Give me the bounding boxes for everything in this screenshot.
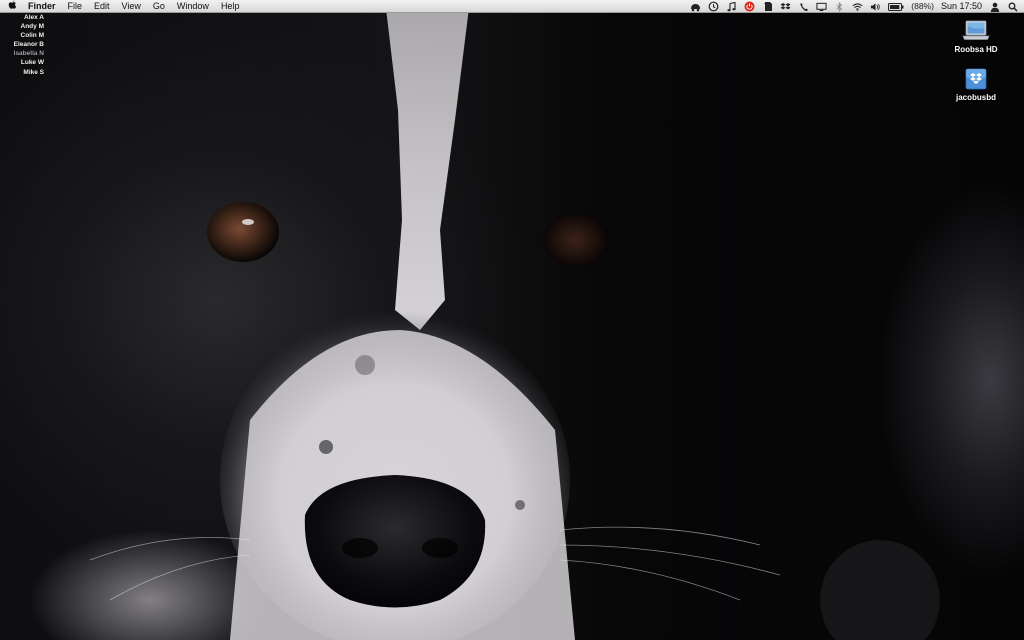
menu-view[interactable]: View [116,0,147,13]
wifi-icon[interactable] [852,1,863,12]
menu-finder[interactable]: Finder [24,0,62,13]
battery-icon[interactable] [888,1,904,12]
menu-file[interactable]: File [62,0,89,13]
desktop-icon-roobsa-hd[interactable]: Roobsa HD [946,18,1006,54]
music-note-icon[interactable] [726,1,737,12]
dropbox-folder-icon [962,66,990,90]
desktop-wallpaper [0,0,1024,640]
user-alex[interactable]: Alex A [24,13,44,22]
search-icon[interactable] [1007,1,1018,12]
desktop-icon-label: Roobsa HD [954,45,998,54]
user-isabella[interactable]: Isabella N [14,49,44,58]
volume-icon[interactable] [870,1,881,12]
menu-edit[interactable]: Edit [88,0,116,13]
phone-icon[interactable] [798,1,809,12]
growl-icon[interactable] [690,1,701,12]
menu-help[interactable]: Help [215,0,246,13]
evernote-icon[interactable] [762,1,773,12]
dog-face-illustration [30,0,940,640]
apple-menu[interactable] [0,0,24,13]
user-icon[interactable] [989,1,1000,12]
user-andy[interactable]: Andy M [21,22,44,31]
desktop-icon-label: jacobusbd [955,93,996,102]
timemachine-icon[interactable] [708,1,719,12]
power-icon[interactable] [744,1,755,12]
menu-clock[interactable]: Sun 17:50 [941,0,982,13]
user-colin[interactable]: Colin M [21,31,44,40]
user-list: Alex A Andy M Colin M Eleanor B Isabella… [8,13,44,77]
menu-bar: Finder File Edit View Go Window Help (88… [0,0,1024,13]
laptop-drive-icon [962,18,990,42]
user-eleanor[interactable]: Eleanor B [14,40,44,49]
display-icon[interactable] [816,1,827,12]
dropbox-icon[interactable] [780,1,791,12]
menu-window[interactable]: Window [171,0,215,13]
menu-go[interactable]: Go [147,0,171,13]
desktop-icon-jacobusbd[interactable]: jacobusbd [946,66,1006,102]
user-mike[interactable]: Mike S [23,68,44,77]
user-luke[interactable]: Luke W [21,58,44,67]
battery-percentage[interactable]: (88%) [911,0,934,13]
apple-icon [8,0,17,12]
bluetooth-icon[interactable] [834,1,845,12]
